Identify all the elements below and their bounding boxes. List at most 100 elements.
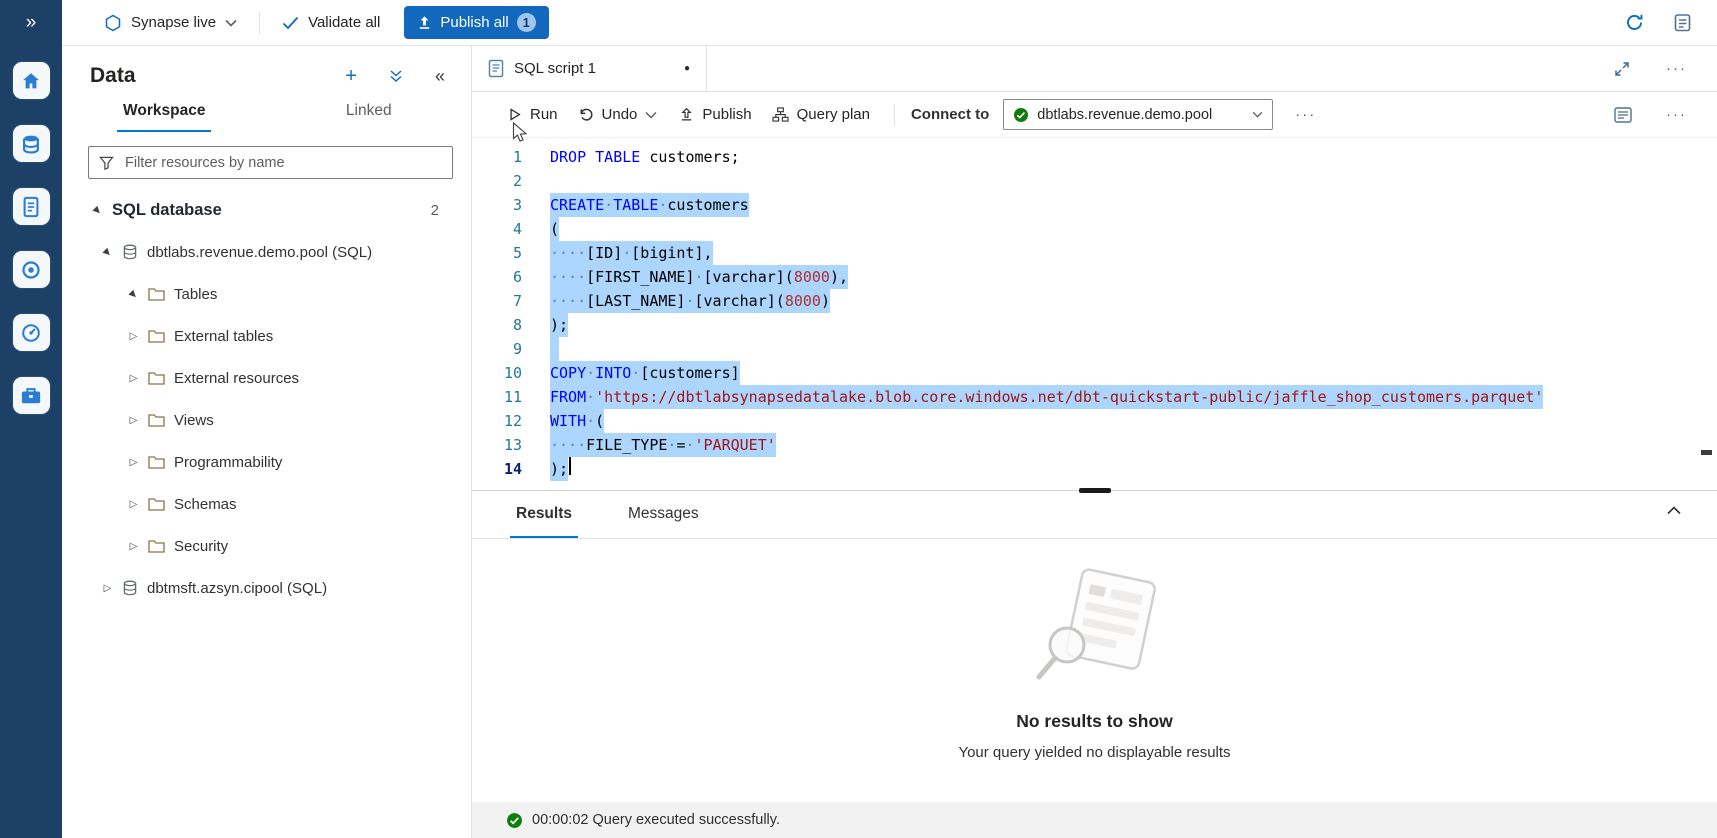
chevron-collapsed-icon[interactable]: ▷ xyxy=(126,373,141,384)
release-notes-button[interactable] xyxy=(1672,11,1693,34)
query-plan-button[interactable]: Query plan xyxy=(762,99,880,131)
chevron-collapsed-icon[interactable]: ▷ xyxy=(100,583,115,594)
chevron-collapsed-icon[interactable]: ▷ xyxy=(126,457,141,468)
code-line[interactable]: 3 CREATE·TABLE·customers xyxy=(472,193,1717,217)
chevron-expanded-icon[interactable]: ▶ xyxy=(88,201,106,219)
tab-workspace[interactable]: Workspace xyxy=(62,102,267,132)
actions-button[interactable] xyxy=(387,67,405,85)
code-line[interactable]: 1 DROP TABLE customers; xyxy=(472,145,1717,169)
code-text[interactable]: DROP TABLE customers; xyxy=(550,145,740,169)
publish-button[interactable]: Publish xyxy=(669,99,761,131)
code-text[interactable]: ( xyxy=(550,217,559,241)
code-line[interactable]: 5 ····[ID]·[bigint], xyxy=(472,241,1717,265)
code-text[interactable]: ····[ID]·[bigint], xyxy=(550,241,713,265)
tab-more-actions-button[interactable]: ··· xyxy=(1660,59,1693,78)
tree-item[interactable]: ▷Schemas xyxy=(62,483,471,525)
code-text[interactable]: ····FILE_TYPE·=·'PARQUET' xyxy=(550,433,776,457)
line-number[interactable]: 9 xyxy=(472,337,522,361)
chevron-collapsed-icon[interactable]: ▷ xyxy=(126,331,141,342)
code-text[interactable]: ····[FIRST_NAME]·[varchar](8000), xyxy=(550,265,848,289)
add-resource-button[interactable]: + xyxy=(339,65,363,87)
code-line[interactable]: 7 ····[LAST_NAME]·[varchar](8000) xyxy=(472,289,1717,313)
tree-item[interactable]: ▶Tables xyxy=(62,273,471,315)
undo-button[interactable]: Undo xyxy=(568,99,648,131)
expand-nav-button[interactable]: » xyxy=(0,0,62,46)
line-number[interactable]: 4 xyxy=(472,217,522,241)
nav-home-button[interactable] xyxy=(13,62,50,99)
line-number[interactable]: 3 xyxy=(472,193,522,217)
code-text[interactable]: ); xyxy=(550,457,568,481)
line-number[interactable]: 1 xyxy=(472,145,522,169)
validate-all-button[interactable]: Validate all xyxy=(282,14,380,31)
nav-monitor-button[interactable] xyxy=(13,314,50,351)
line-number[interactable]: 2 xyxy=(472,169,522,193)
nav-integrate-button[interactable] xyxy=(13,251,50,288)
code-line[interactable]: 14); xyxy=(472,457,1717,481)
refresh-button[interactable] xyxy=(1623,11,1646,34)
tab-results[interactable]: Results xyxy=(510,491,578,538)
code-line[interactable]: 13 ····FILE_TYPE·=·'PARQUET' xyxy=(472,433,1717,457)
line-number[interactable]: 11 xyxy=(472,385,522,409)
mode-selector[interactable]: Synapse live xyxy=(104,14,237,32)
tree-item[interactable]: ▷External tables xyxy=(62,315,471,357)
line-number[interactable]: 12 xyxy=(472,409,522,433)
connect-to-dropdown[interactable]: dbtlabs.revenue.demo.pool xyxy=(1003,99,1273,130)
publish-all-button[interactable]: Publish all 1 xyxy=(404,6,548,39)
chevron-expanded-icon[interactable]: ▶ xyxy=(98,243,116,261)
line-number[interactable]: 14 xyxy=(472,457,522,481)
tree-item[interactable]: ▷Views xyxy=(62,399,471,441)
tree-item[interactable]: ▶SQL database2 xyxy=(62,189,471,231)
chevron-collapsed-icon[interactable]: ▷ xyxy=(126,541,141,552)
code-line[interactable]: 12 WITH·( xyxy=(472,409,1717,433)
code-text[interactable]: ····[LAST_NAME]·[varchar](8000) xyxy=(550,289,830,313)
code-lines[interactable]: 1 DROP TABLE customers; 23 CREATE·TABLE·cus… xyxy=(472,145,1717,481)
nav-data-button[interactable] xyxy=(13,125,50,162)
chevron-up-icon xyxy=(1667,506,1681,515)
tab-linked[interactable]: Linked xyxy=(267,102,472,132)
code-line[interactable]: 10 COPY·INTO·[customers] xyxy=(472,361,1717,385)
collapse-results-button[interactable] xyxy=(1661,505,1687,516)
tree-item[interactable]: ▷External resources xyxy=(62,357,471,399)
filter-input[interactable] xyxy=(123,154,442,172)
code-line[interactable]: 2 xyxy=(472,169,1717,193)
code-text[interactable]: WITH·( xyxy=(550,409,604,433)
code-line[interactable]: 9 xyxy=(472,337,1717,361)
properties-button[interactable] xyxy=(1612,105,1634,125)
tree-item[interactable]: ▷Programmability xyxy=(62,441,471,483)
chevron-collapsed-icon[interactable]: ▷ xyxy=(126,499,141,510)
tree-item[interactable]: ▷Security xyxy=(62,525,471,567)
run-label: Run xyxy=(530,106,558,123)
line-number[interactable]: 5 xyxy=(472,241,522,265)
collapse-sidebar-button[interactable]: « xyxy=(429,66,451,86)
editor-more-button[interactable]: ··· xyxy=(1660,105,1693,124)
line-number[interactable]: 13 xyxy=(472,433,522,457)
code-line[interactable]: 8); xyxy=(472,313,1717,337)
tree-item[interactable]: ▷dbtmsft.azsyn.cipool (SQL) xyxy=(62,567,471,609)
chevron-collapsed-icon[interactable]: ▷ xyxy=(126,415,141,426)
code-line[interactable]: 4( xyxy=(472,217,1717,241)
nav-manage-button[interactable] xyxy=(13,377,50,414)
toolbar-more-button[interactable]: ··· xyxy=(1289,105,1322,124)
line-number[interactable]: 8 xyxy=(472,313,522,337)
chevron-down-icon xyxy=(225,19,237,27)
run-button[interactable]: Run xyxy=(498,99,568,131)
nav-develop-button[interactable] xyxy=(13,188,50,225)
tree-item[interactable]: ▶dbtlabs.revenue.demo.pool (SQL) xyxy=(62,231,471,273)
line-number[interactable]: 6 xyxy=(472,265,522,289)
code-text[interactable]: FROM·'https://dbtlabsynapsedatalake.blob… xyxy=(550,385,1543,409)
undo-dropdown-button[interactable] xyxy=(643,109,659,121)
expand-editor-button[interactable] xyxy=(1612,59,1632,79)
line-number[interactable]: 7 xyxy=(472,289,522,313)
code-line[interactable]: 11 FROM·'https://dbtlabsynapsedatalake.bl… xyxy=(472,385,1717,409)
tab-sql-script-1[interactable]: SQL script 1 ● xyxy=(472,46,707,91)
code-text[interactable]: COPY·INTO·[customers] xyxy=(550,361,740,385)
editor-tab-title: SQL script 1 xyxy=(514,60,674,77)
code-text[interactable] xyxy=(550,337,559,361)
code-text[interactable]: CREATE·TABLE·customers xyxy=(550,193,749,217)
chevron-expanded-icon[interactable]: ▶ xyxy=(124,285,142,303)
tab-messages[interactable]: Messages xyxy=(622,491,705,538)
code-text[interactable]: ); xyxy=(550,313,568,337)
line-number[interactable]: 10 xyxy=(472,361,522,385)
code-editor[interactable]: 1 DROP TABLE customers; 23 CREATE·TABLE·cus… xyxy=(472,138,1717,490)
code-line[interactable]: 6 ····[FIRST_NAME]·[varchar](8000), xyxy=(472,265,1717,289)
